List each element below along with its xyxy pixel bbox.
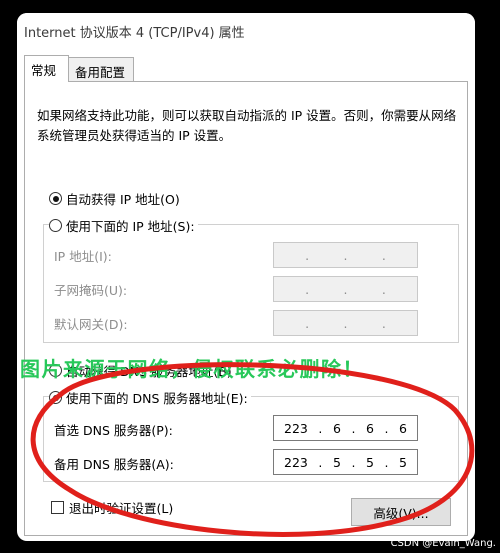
- ip-address-label: IP 地址(I):: [54, 249, 112, 264]
- tab-alternate-configuration[interactable]: 备用配置: [68, 57, 134, 81]
- radio-manual-dns-circle[interactable]: [49, 391, 62, 404]
- alternate-dns-octet-2: 5: [332, 454, 341, 470]
- alternate-dns-octet-1: 223: [284, 454, 308, 470]
- advanced-button[interactable]: 高级(V)...: [351, 498, 451, 526]
- radio-auto-ip-circle[interactable]: [49, 192, 62, 205]
- preferred-dns-label: 首选 DNS 服务器(P):: [54, 423, 173, 438]
- radio-auto-ip[interactable]: 自动获得 IP 地址(O): [49, 189, 183, 208]
- subnet-mask-label: 子网掩码(U):: [54, 283, 128, 298]
- radio-manual-dns[interactable]: 使用下面的 DNS 服务器地址(E):: [49, 388, 251, 407]
- tab-general[interactable]: 常规: [24, 55, 69, 82]
- radio-manual-ip[interactable]: 使用下面的 IP 地址(S):: [49, 216, 198, 235]
- alternate-dns-octet-4: 5: [399, 454, 407, 470]
- csdn-credit: CSDN @Evain_Wang.: [390, 538, 496, 549]
- default-gateway-label: 默认网关(D):: [54, 317, 128, 332]
- ip-address-input: ...: [273, 242, 418, 268]
- subnet-mask-input: ...: [273, 276, 418, 302]
- validate-on-exit-checkbox[interactable]: 退出时验证设置(L): [51, 498, 173, 517]
- title-bar[interactable]: Internet 协议版本 4 (TCP/IPv4) 属性: [17, 13, 475, 51]
- watermark-text: 图片来源于网络，侵权联系必删除！: [20, 357, 364, 381]
- validate-checkbox-box[interactable]: [51, 501, 64, 514]
- validate-checkbox-label: 退出时验证设置(L): [69, 501, 174, 516]
- radio-manual-dns-label: 使用下面的 DNS 服务器地址(E):: [66, 391, 248, 406]
- radio-auto-ip-label: 自动获得 IP 地址(O): [66, 192, 180, 207]
- window-title: Internet 协议版本 4 (TCP/IPv4) 属性: [24, 26, 245, 41]
- general-tab-panel: 如果网络支持此功能，则可以获取自动指派的 IP 设置。否则，你需要从网络系统管理…: [24, 81, 468, 536]
- preferred-dns-octet-1: 223: [284, 420, 308, 436]
- preferred-dns-octet-2: 6: [332, 420, 341, 436]
- radio-manual-ip-label: 使用下面的 IP 地址(S):: [66, 219, 195, 234]
- preferred-dns-input[interactable]: 223. 6. 6. 6: [273, 415, 418, 441]
- alternate-dns-input[interactable]: 223. 5. 5. 5: [273, 449, 418, 475]
- alternate-dns-octet-3: 5: [365, 454, 374, 470]
- alternate-dns-label: 备用 DNS 服务器(A):: [54, 457, 174, 472]
- radio-manual-ip-circle[interactable]: [49, 219, 62, 232]
- ipv4-properties-dialog: Internet 协议版本 4 (TCP/IPv4) 属性 常规 备用配置 如果…: [17, 13, 475, 541]
- description-text: 如果网络支持此功能，则可以获取自动指派的 IP 设置。否则，你需要从网络系统管理…: [37, 108, 457, 143]
- preferred-dns-octet-3: 6: [365, 420, 374, 436]
- preferred-dns-octet-4: 6: [399, 420, 407, 436]
- default-gateway-input: ...: [273, 310, 418, 336]
